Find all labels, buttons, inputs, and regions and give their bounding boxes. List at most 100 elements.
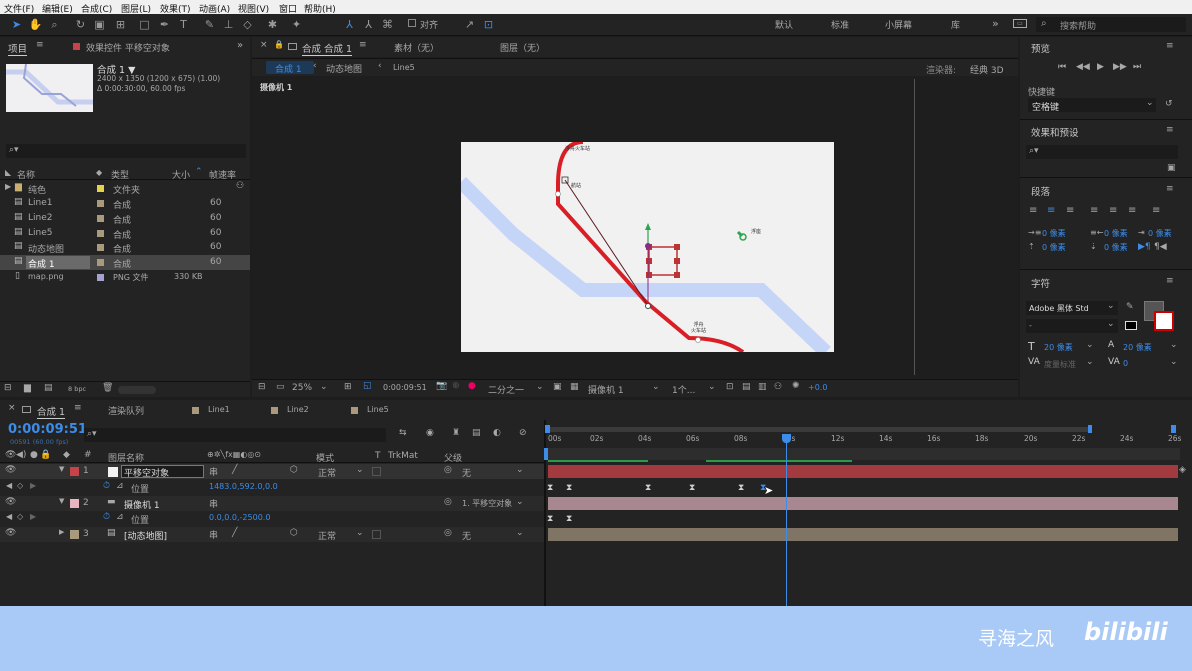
space-before-value[interactable]: 0 像素 xyxy=(1042,242,1066,253)
frame-blending-icon[interactable]: ▤ xyxy=(472,428,481,438)
justify-right-icon[interactable]: ≡ xyxy=(1128,205,1136,216)
parent-dropdown[interactable]: 无 ⌄ xyxy=(460,465,526,479)
layer-2-duration-bar[interactable] xyxy=(548,497,1178,510)
keyframe-icon[interactable]: ⧗ xyxy=(645,483,651,493)
work-area-start-handle[interactable] xyxy=(545,425,550,433)
first-indent-value[interactable]: 0 像素 xyxy=(1148,228,1172,239)
keyframe-icon[interactable]: ⧗ xyxy=(566,514,572,524)
timeline-comp1-tab[interactable]: 合成 1 xyxy=(37,404,66,419)
layer-label-swatch[interactable] xyxy=(70,499,79,508)
indent-left-value[interactable]: 0 像素 xyxy=(1042,228,1066,239)
exposure-value[interactable]: +0.0 xyxy=(808,383,827,392)
always-preview-icon[interactable]: ⊟ xyxy=(258,382,266,392)
twirl-closed-icon[interactable]: ▶ xyxy=(59,528,64,536)
brush-tool-icon[interactable]: ✎ xyxy=(202,17,217,32)
reset-exposure-icon[interactable]: ✺ xyxy=(792,381,800,391)
justify-center-icon[interactable]: ≡ xyxy=(1109,205,1117,216)
layer-label-swatch[interactable] xyxy=(70,530,79,539)
position-property-row-1[interactable]: ◀ ◇ ▶ ⏱ ⊿ 位置 1483.0,592.0,0.0 xyxy=(0,480,544,495)
project-item-map-png[interactable]: ▯ map.png PNG 文件 330 KB xyxy=(0,270,250,285)
layer-label-swatch[interactable] xyxy=(70,467,79,476)
font-family-dropdown[interactable]: Adobe 黑体 Std ⌄ xyxy=(1026,301,1118,315)
ltr-direction-icon[interactable]: ▶¶ xyxy=(1138,242,1151,252)
playhead-handle[interactable] xyxy=(782,434,791,443)
chevron-down-icon[interactable]: ⌄ xyxy=(1086,357,1094,367)
new-folder-icon[interactable]: ▆ xyxy=(24,383,31,393)
keyframe-icon[interactable]: ⧗ xyxy=(689,483,695,493)
work-area-start-marker[interactable] xyxy=(544,448,548,460)
label-swatch[interactable] xyxy=(97,259,104,266)
3d-layer-icon[interactable]: ⬡ xyxy=(290,465,298,475)
quality-icon[interactable]: ╱ xyxy=(232,528,237,538)
stopwatch-icon[interactable]: ⏱ xyxy=(103,512,110,522)
layer-name[interactable]: 摄像机 1 xyxy=(124,498,160,511)
visibility-eye-icon[interactable]: 👁 xyxy=(5,528,16,538)
quality-icon[interactable]: ╱ xyxy=(232,465,237,475)
line1-tab[interactable]: Line1 xyxy=(208,405,230,414)
timeline-search-input[interactable]: ⌕▾ xyxy=(84,428,386,442)
prev-frame-icon[interactable]: ◀◀ xyxy=(1076,62,1090,72)
layer-name-header[interactable]: 图层名称 xyxy=(108,451,144,464)
panel-menu-icon[interactable]: ≡ xyxy=(74,403,82,413)
snapping-grid-icon[interactable]: ⊡ xyxy=(481,17,496,32)
help-search-input[interactable]: ⌕ 搜索帮助 xyxy=(1036,17,1186,32)
eraser-tool-icon[interactable]: ◇ xyxy=(240,17,255,32)
chevron-left-icon[interactable]: ‹ xyxy=(313,61,317,71)
next-keyframe-icon[interactable]: ▶ xyxy=(30,512,36,521)
col-size-header[interactable]: 大小 xyxy=(172,168,190,181)
keyframe-icon[interactable]: ⧗ xyxy=(566,483,572,493)
preserve-transparency-checkbox[interactable] xyxy=(372,467,381,476)
hierarchy-icon[interactable]: ⚇ xyxy=(236,181,244,191)
prev-keyframe-icon[interactable]: ◀ xyxy=(6,512,12,521)
comp-flowchart-icon[interactable]: ⇆ xyxy=(399,428,407,438)
pickwhip-icon[interactable]: ◎ xyxy=(444,528,452,538)
mask-visibility-icon[interactable]: ◱ xyxy=(363,381,372,391)
renderer-value[interactable]: 经典 3D xyxy=(970,63,1004,76)
monitor-icon[interactable]: ▭ xyxy=(276,382,285,392)
panel-menu-icon[interactable]: ≡ xyxy=(1166,125,1174,135)
lock-icon[interactable]: 🔒 xyxy=(274,40,284,49)
project-item-dynamic-map[interactable]: ▤ 动态地图 合成 60 xyxy=(0,240,250,255)
leading-value[interactable]: 20 像素 xyxy=(1123,342,1152,353)
align-checkbox[interactable] xyxy=(408,19,416,27)
panel-menu-icon[interactable]: ≡ xyxy=(36,40,44,50)
chevron-down-icon[interactable]: ⌄ xyxy=(1170,357,1178,367)
safe-margins-icon[interactable]: ⊞ xyxy=(344,382,352,392)
col-fps-header[interactable]: 帧速率 xyxy=(209,168,236,181)
timeline-icon[interactable]: ▥ xyxy=(758,382,767,392)
panel-overflow-icon[interactable]: » xyxy=(237,40,243,51)
font-style-dropdown[interactable]: - ⌄ xyxy=(1026,319,1118,333)
graph-icon[interactable]: ⊿ xyxy=(116,512,124,522)
position-value[interactable]: 0.0,0.0,-2500.0 xyxy=(209,513,270,522)
add-keyframe-icon[interactable]: ◇ xyxy=(17,512,23,521)
snapshot-icon[interactable]: 📷 xyxy=(436,381,447,391)
pan-behind-tool-icon[interactable]: ⊞ xyxy=(113,17,128,32)
chevron-down-icon[interactable]: ⌄ xyxy=(1170,340,1178,350)
project-item-line5[interactable]: ▤ Line5 合成 60 xyxy=(0,226,250,241)
preserve-transparency-checkbox[interactable] xyxy=(372,530,381,539)
play-icon[interactable]: ▶ xyxy=(1097,62,1104,72)
panel-menu-icon[interactable]: ≡ xyxy=(1166,41,1174,51)
workspace-libraries[interactable]: 库 xyxy=(951,18,960,31)
type-tool-icon[interactable]: T xyxy=(176,17,191,32)
add-keyframe-icon[interactable]: ◇ xyxy=(17,481,23,490)
stopwatch-icon[interactable]: ⏱ xyxy=(103,481,110,491)
effects-search-input[interactable]: ⌕▾ xyxy=(1026,145,1178,159)
pickwhip-icon[interactable]: ◎ xyxy=(444,465,452,475)
blend-mode-dropdown[interactable]: 正常 ⌄ xyxy=(315,465,367,479)
interpret-footage-icon[interactable]: ⊟ xyxy=(4,383,12,393)
expand-arrow-icon[interactable]: ▶ xyxy=(5,182,11,191)
stroke-color-swatch[interactable] xyxy=(1154,311,1174,331)
layer-1-duration-bar[interactable] xyxy=(548,465,1178,478)
time-ruler[interactable]: 00s 02s 04s 06s 08s 10s 12s 14s 16s 18s … xyxy=(544,424,1181,464)
label-swatch[interactable] xyxy=(97,274,104,281)
layer-3-duration-bar[interactable] xyxy=(548,528,1178,541)
selection-tool-icon[interactable]: ➤ xyxy=(9,17,24,32)
visibility-eye-icon[interactable]: 👁 xyxy=(5,497,16,507)
parent-dropdown[interactable]: 无 ⌄ xyxy=(460,528,526,542)
shy-icon[interactable]: 串 xyxy=(209,528,218,541)
panel-menu-icon[interactable]: ≡ xyxy=(1166,184,1174,194)
align-left-icon[interactable]: ≡ xyxy=(1029,205,1037,216)
reset-icon[interactable]: ↺ xyxy=(1165,99,1173,109)
new-comp-icon[interactable]: ▤ xyxy=(44,383,53,393)
